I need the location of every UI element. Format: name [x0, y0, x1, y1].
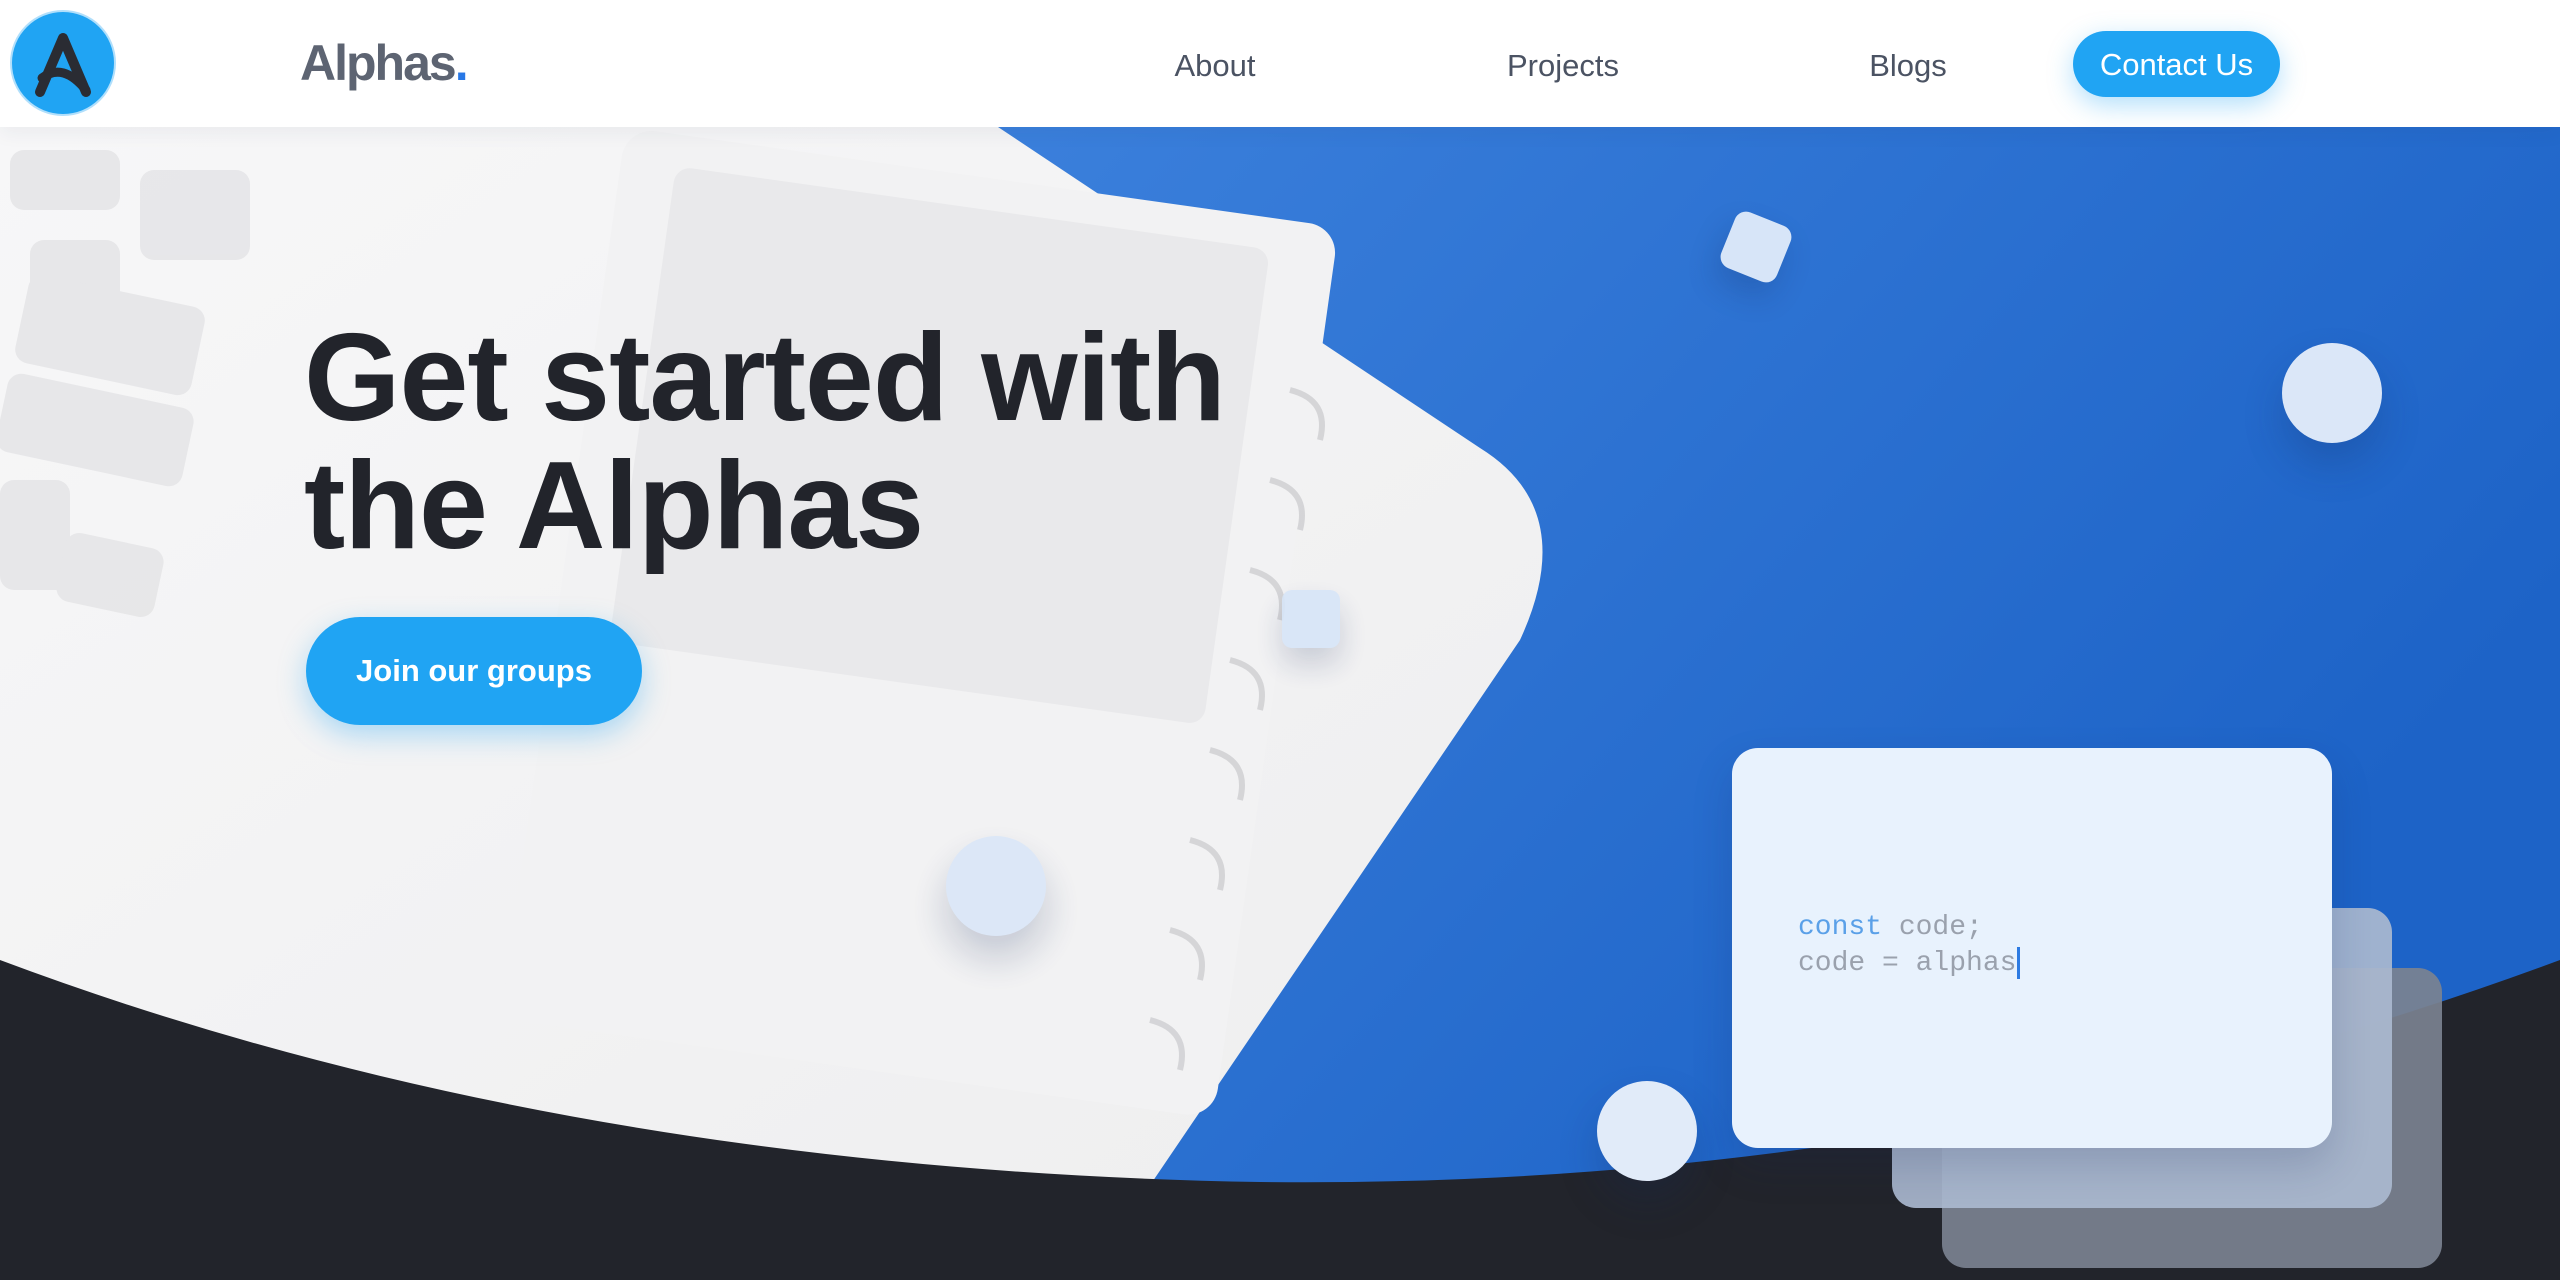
brand-dot: .: [454, 35, 469, 91]
join-groups-button[interactable]: Join our groups: [306, 617, 642, 725]
floating-square-middle: [1282, 590, 1340, 648]
floating-circle-left: [946, 836, 1046, 936]
hero-headline-line2: the Alphas: [304, 437, 924, 575]
code-keyword: const: [1798, 912, 1883, 943]
code-line-2: code = alphas: [1798, 946, 2021, 982]
notebook-photo-shapes: [504, 130, 1336, 1115]
hero-headline: Get started with the Alphas: [304, 314, 1404, 570]
floating-circle-right: [2282, 343, 2382, 443]
code-line-1-rest: code;: [1882, 912, 1983, 943]
floating-circle-bottom: [1597, 1081, 1697, 1181]
code-card: const code; code = alphas: [1732, 748, 2332, 1148]
text-caret: [2017, 946, 2021, 979]
code-line-2-text: code = alphas: [1798, 948, 2017, 979]
site-header: Alphas. About Projects Blogs Contact Us: [0, 0, 2560, 127]
nav-projects-link[interactable]: Projects: [1490, 40, 1636, 92]
hero-headline-line1: Get started with: [304, 309, 1226, 447]
alphas-a-logo-icon[interactable]: [12, 12, 114, 114]
nav-about-link[interactable]: About: [1150, 40, 1280, 92]
nav-blogs-link[interactable]: Blogs: [1855, 40, 1961, 92]
hero-section: Get started with the Alphas Join our gro…: [0, 0, 2560, 1280]
code-line-1: const code;: [1798, 910, 1983, 946]
brand-name: Alphas: [300, 35, 457, 91]
contact-us-button[interactable]: Contact Us: [2073, 31, 2280, 97]
brand-wordmark[interactable]: Alphas.: [300, 30, 469, 96]
